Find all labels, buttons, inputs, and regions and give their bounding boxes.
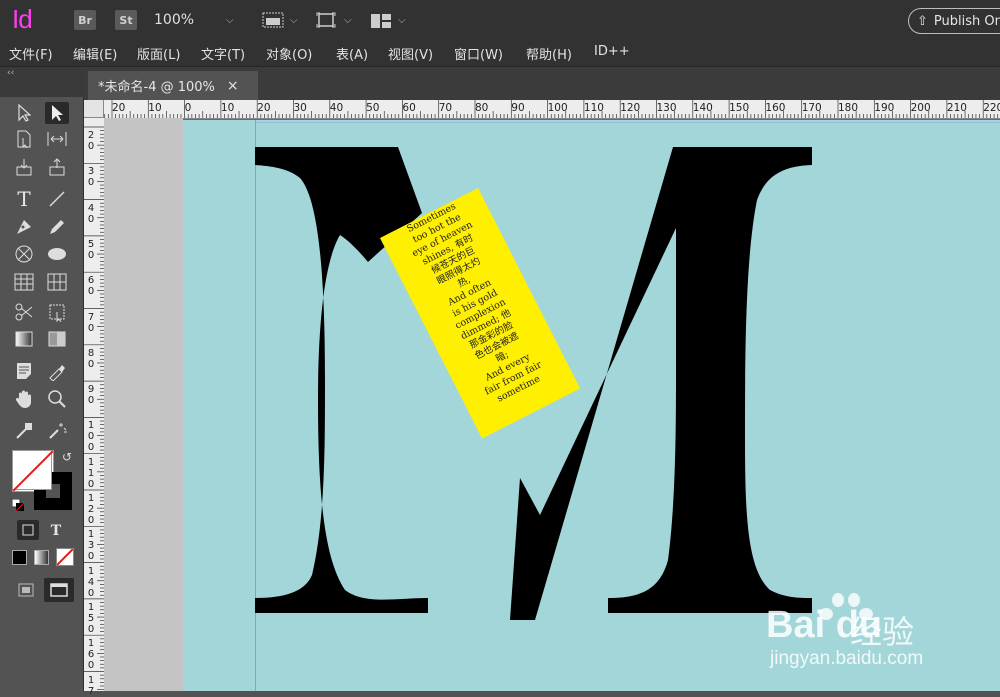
watermark-url: jingyan.baidu.com	[770, 648, 924, 669]
watermark-jingyan: 经验	[850, 613, 915, 651]
